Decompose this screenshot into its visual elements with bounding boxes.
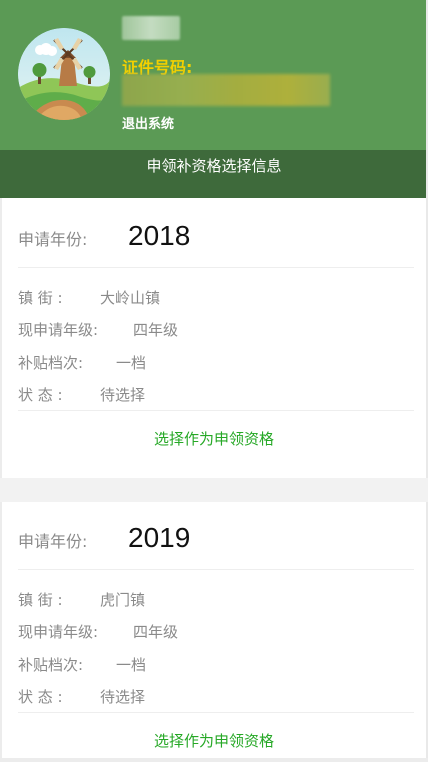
select-qualification-button[interactable]: 选择作为申领资格 [2, 428, 426, 449]
page-title: 申领补资格选择信息 [0, 150, 428, 198]
level-value: 一档 [116, 656, 147, 674]
id-number-redacted [122, 74, 330, 106]
town-value: 虎门镇 [100, 591, 146, 609]
card-separator [0, 478, 428, 502]
year-value: 2018 [128, 220, 191, 251]
divider [18, 410, 414, 411]
windmill-landscape-avatar-icon [18, 28, 110, 120]
grade-row: 现申请年级: 四年级 [18, 621, 178, 642]
town-row: 镇 街 : 大岭山镇 [18, 287, 160, 308]
status-label: 状 态 : [18, 688, 63, 706]
status-value: 待选择 [100, 688, 146, 706]
status-label: 状 态 : [18, 386, 63, 404]
right-border [426, 0, 428, 762]
level-label: 补贴档次: [18, 656, 84, 674]
level-row: 补贴档次: 一档 [18, 654, 146, 675]
town-row: 镇 街 : 虎门镇 [18, 589, 145, 610]
grade-value: 四年级 [133, 623, 179, 641]
town-label: 镇 街 : [18, 289, 63, 307]
year-label: 申请年份: [18, 230, 88, 249]
level-label: 补贴档次: [18, 354, 84, 372]
grade-row: 现申请年级: 四年级 [18, 319, 178, 340]
qualification-card: 申请年份: 2018 镇 街 : 大岭山镇 现申请年级: 四年级 补贴档次: 一… [2, 200, 426, 478]
user-name-redacted [122, 16, 180, 40]
qualification-card: 申请年份: 2019 镇 街 : 虎门镇 现申请年级: 四年级 补贴档次: 一档… [2, 502, 426, 758]
year-value: 2019 [128, 522, 191, 553]
year-label: 申请年份: [18, 532, 88, 551]
status-row: 状 态 : 待选择 [18, 686, 145, 707]
profile-header: 证件号码: 退出系统 [0, 0, 428, 150]
grade-label: 现申请年级: [18, 321, 99, 339]
level-row: 补贴档次: 一档 [18, 352, 146, 373]
logout-link[interactable]: 退出系统 [122, 113, 174, 132]
status-row: 状 态 : 待选择 [18, 384, 145, 405]
town-label: 镇 街 : [18, 591, 63, 609]
divider [18, 569, 414, 570]
divider [18, 712, 414, 713]
divider [18, 267, 414, 268]
status-value: 待选择 [100, 386, 146, 404]
grade-value: 四年级 [133, 321, 179, 339]
select-qualification-button[interactable]: 选择作为申领资格 [2, 730, 426, 751]
bottom-border [0, 758, 428, 762]
town-value: 大岭山镇 [100, 289, 161, 307]
level-value: 一档 [116, 354, 147, 372]
grade-label: 现申请年级: [18, 623, 99, 641]
